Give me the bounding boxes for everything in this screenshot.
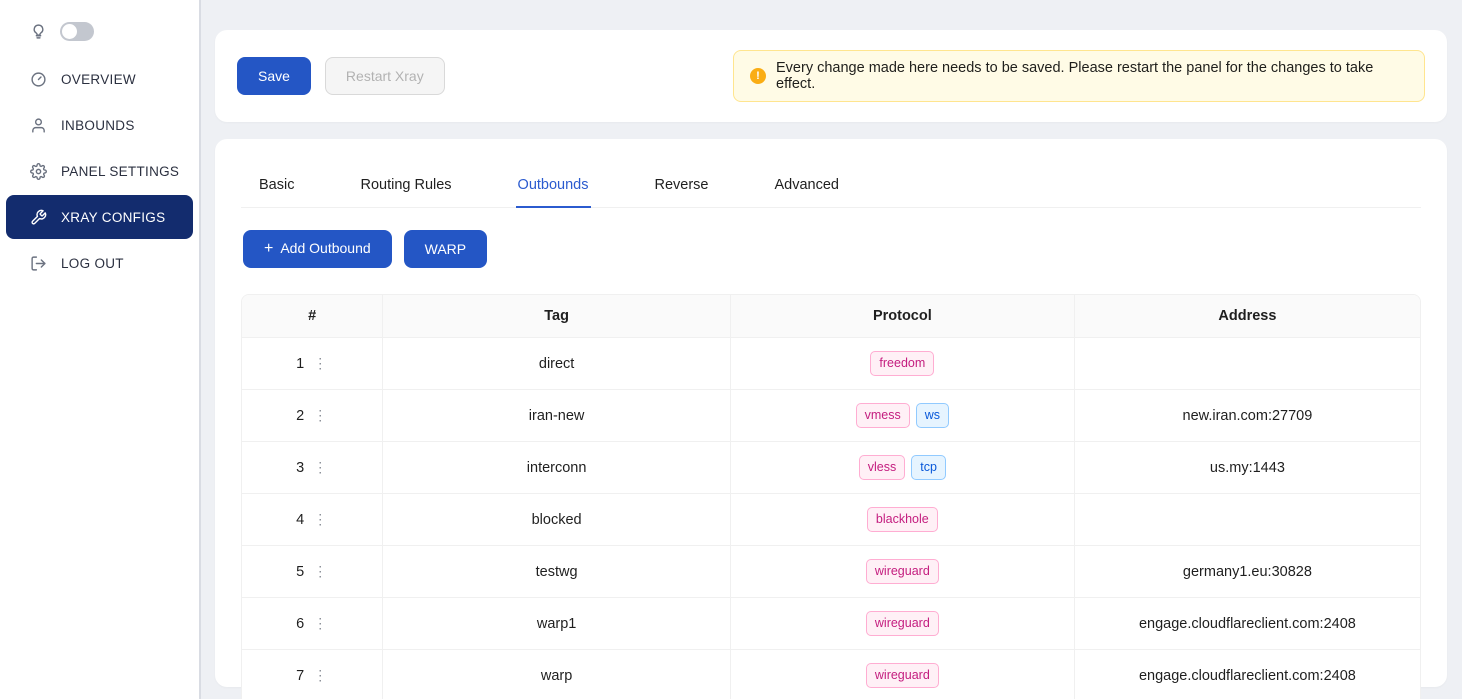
sidebar-item-label: XRAY CONFIGS <box>61 210 165 225</box>
plus-icon: + <box>264 240 273 257</box>
table-row: 2 ⋮ iran-new vmessws new.iran.com:27709 <box>242 390 1420 442</box>
col-header-address: Address <box>1075 295 1420 338</box>
row-address: new.iran.com:27709 <box>1075 390 1420 442</box>
row-address: engage.cloudflareclient.com:2408 <box>1075 598 1420 650</box>
outbound-actions: +Add Outbound WARP <box>241 230 1421 268</box>
row-number: 1 <box>296 356 304 372</box>
row-address: germany1.eu:30828 <box>1075 546 1420 598</box>
row-tag: warp1 <box>383 598 731 650</box>
row-address <box>1075 338 1420 390</box>
sidebar-item-inbounds[interactable]: INBOUNDS <box>6 103 193 147</box>
save-warning-alert: ! Every change made here needs to be sav… <box>733 50 1425 102</box>
app-window: OVERVIEW INBOUNDS PANEL SETTINGS XRAY CO… <box>0 0 1462 699</box>
tab-basic[interactable]: Basic <box>257 167 296 208</box>
tab-outbounds[interactable]: Outbounds <box>516 167 591 208</box>
sidebar-item-label: LOG OUT <box>61 256 124 271</box>
main-content: Save Restart Xray ! Every change made he… <box>201 0 1462 699</box>
table-row: 3 ⋮ interconn vlesstcp us.my:1443 <box>242 442 1420 494</box>
table-row: 4 ⋮ blocked blackhole <box>242 494 1420 546</box>
table-row: 5 ⋮ testwg wireguard germany1.eu:30828 <box>242 546 1420 598</box>
transport-badge: ws <box>916 403 949 428</box>
protocol-badge: wireguard <box>866 559 939 584</box>
alert-text: Every change made here needs to be saved… <box>776 60 1408 92</box>
row-tag: direct <box>383 338 731 390</box>
transport-badge: tcp <box>911 455 946 480</box>
row-address: us.my:1443 <box>1075 442 1420 494</box>
sidebar-item-panel-settings[interactable]: PANEL SETTINGS <box>6 149 193 193</box>
sidebar-item-xray-configs[interactable]: XRAY CONFIGS <box>6 195 193 239</box>
gear-icon <box>30 163 47 180</box>
theme-switch-row <box>0 18 199 55</box>
save-button[interactable]: Save <box>237 57 311 95</box>
restart-xray-button[interactable]: Restart Xray <box>325 57 445 95</box>
sidebar-item-label: OVERVIEW <box>61 72 136 87</box>
table-row: 1 ⋮ direct freedom <box>242 338 1420 390</box>
user-icon <box>30 117 47 134</box>
tab-reverse[interactable]: Reverse <box>653 167 711 208</box>
sidebar-item-logout[interactable]: LOG OUT <box>6 241 193 285</box>
sidebar-nav: OVERVIEW INBOUNDS PANEL SETTINGS XRAY CO… <box>0 57 199 285</box>
row-number: 6 <box>296 616 304 632</box>
row-tag: warp <box>383 650 731 699</box>
protocol-badge: blackhole <box>867 507 938 532</box>
row-menu-icon[interactable]: ⋮ <box>313 355 328 371</box>
protocol-badge: vless <box>859 455 905 480</box>
row-menu-icon[interactable]: ⋮ <box>313 407 328 423</box>
tab-routing-rules[interactable]: Routing Rules <box>358 167 453 208</box>
row-number: 3 <box>296 460 304 476</box>
xray-config-card: Basic Routing Rules Outbounds Reverse Ad… <box>215 139 1447 687</box>
outbounds-table: # Tag Protocol Address 1 ⋮ direct freedom <box>241 294 1421 699</box>
sidebar-item-overview[interactable]: OVERVIEW <box>6 57 193 101</box>
row-tag: testwg <box>383 546 731 598</box>
row-number: 5 <box>296 564 304 580</box>
row-address <box>1075 494 1420 546</box>
row-menu-icon[interactable]: ⋮ <box>313 563 328 579</box>
row-tag: blocked <box>383 494 731 546</box>
col-header-protocol: Protocol <box>731 295 1075 338</box>
row-tag: iran-new <box>383 390 731 442</box>
lightbulb-icon <box>30 23 47 40</box>
row-menu-icon[interactable]: ⋮ <box>313 459 328 475</box>
col-header-tag: Tag <box>383 295 731 338</box>
toggle-knob <box>62 24 77 39</box>
row-number: 4 <box>296 512 304 528</box>
wrench-icon <box>30 209 47 226</box>
warning-icon: ! <box>750 68 766 84</box>
sidebar-item-label: PANEL SETTINGS <box>61 164 179 179</box>
table-row: 7 ⋮ warp wireguard engage.cloudflareclien… <box>242 650 1420 699</box>
row-address: engage.cloudflareclient.com:2408 <box>1075 650 1420 699</box>
config-tabs: Basic Routing Rules Outbounds Reverse Ad… <box>241 167 1421 208</box>
logout-icon <box>30 255 47 272</box>
row-tag: interconn <box>383 442 731 494</box>
warp-button[interactable]: WARP <box>404 230 487 268</box>
row-menu-icon[interactable]: ⋮ <box>313 511 328 527</box>
row-number: 2 <box>296 408 304 424</box>
tab-advanced[interactable]: Advanced <box>773 167 842 208</box>
dashboard-icon <box>30 71 47 88</box>
col-header-num: # <box>242 295 383 338</box>
sidebar-item-label: INBOUNDS <box>61 118 135 133</box>
toolbar-card: Save Restart Xray ! Every change made he… <box>215 30 1447 122</box>
theme-toggle[interactable] <box>60 22 94 41</box>
sidebar: OVERVIEW INBOUNDS PANEL SETTINGS XRAY CO… <box>0 0 201 699</box>
row-number: 7 <box>296 668 304 684</box>
protocol-badge: wireguard <box>866 611 939 636</box>
add-outbound-button[interactable]: +Add Outbound <box>243 230 392 268</box>
protocol-badge: freedom <box>870 351 934 376</box>
table-row: 6 ⋮ warp1 wireguard engage.cloudflareclie… <box>242 598 1420 650</box>
protocol-badge: vmess <box>856 403 910 428</box>
protocol-badge: wireguard <box>866 663 939 688</box>
row-menu-icon[interactable]: ⋮ <box>313 615 328 631</box>
row-menu-icon[interactable]: ⋮ <box>313 667 328 683</box>
